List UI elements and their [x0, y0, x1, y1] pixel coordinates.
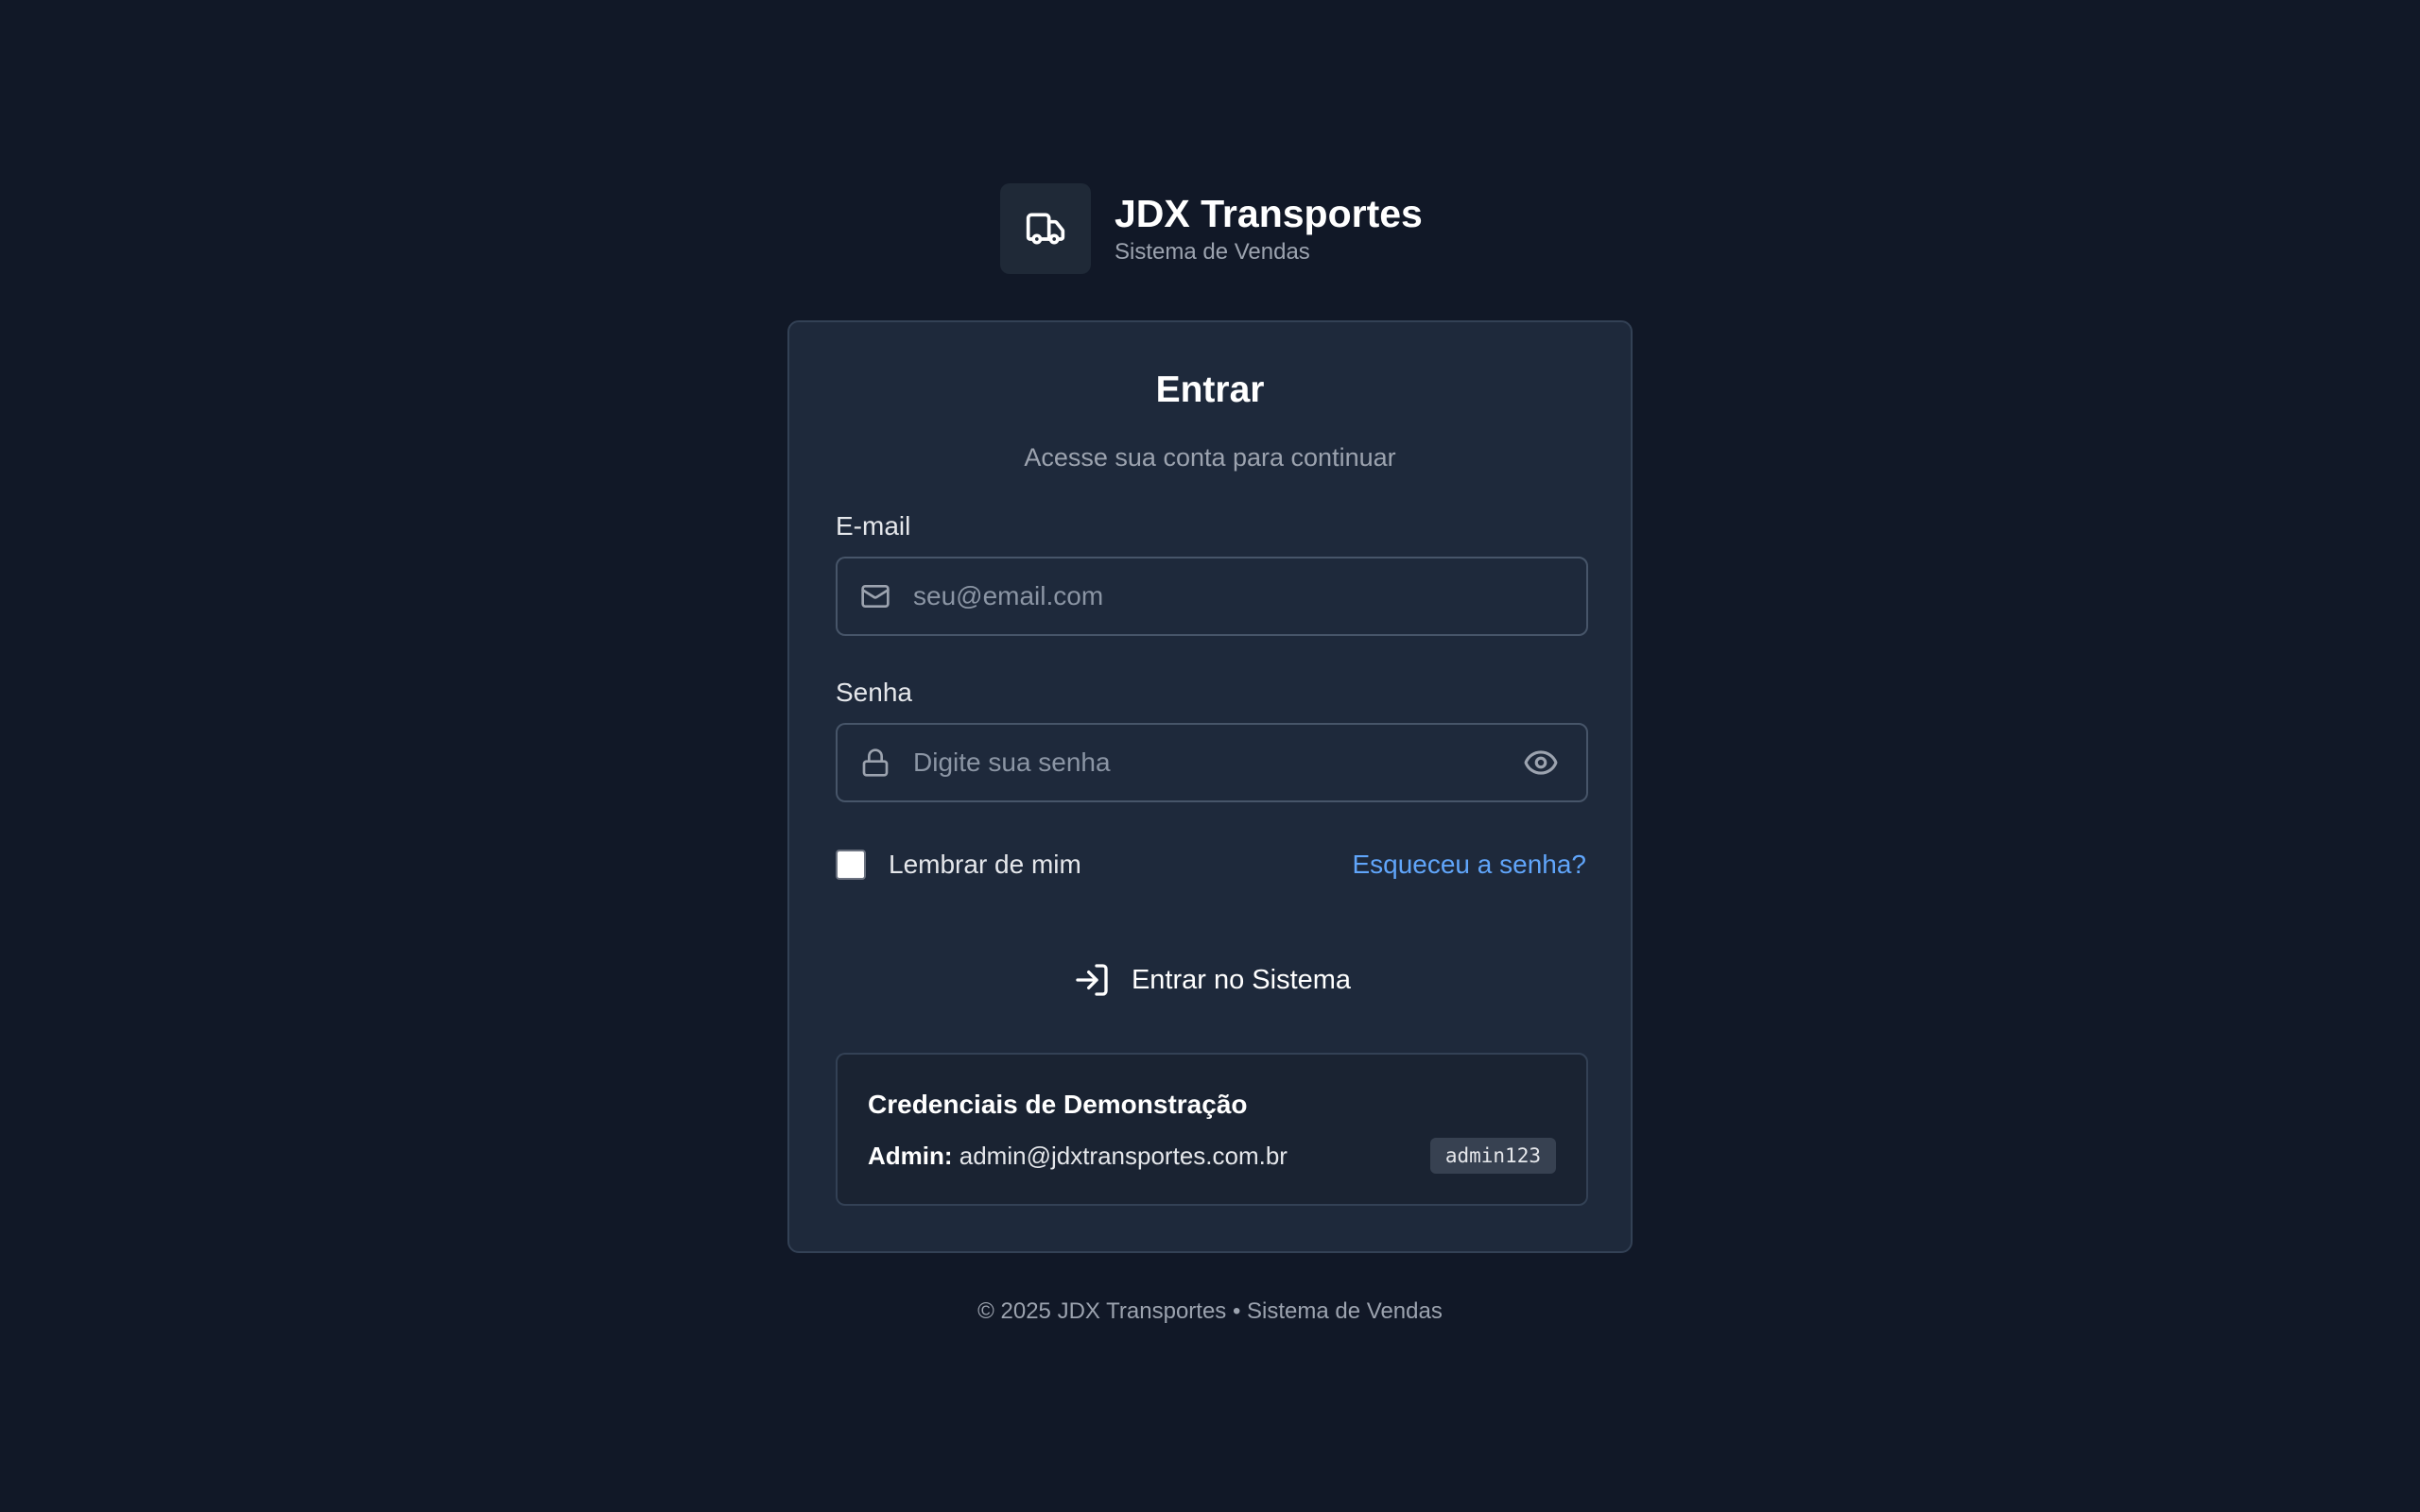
- remember-me[interactable]: Lembrar de mim: [836, 850, 1081, 880]
- truck-icon: [1026, 213, 1065, 245]
- forgot-password-link[interactable]: Esqueceu a senha?: [1352, 850, 1586, 880]
- remember-checkbox[interactable]: [836, 850, 866, 880]
- demo-credentials-box: Credenciais de Demonstração Admin: admin…: [836, 1053, 1588, 1206]
- brand-header: JDX Transportes Sistema de Vendas: [1000, 183, 1423, 274]
- login-subtitle: Acesse sua conta para continuar: [1024, 443, 1396, 472]
- login-submit-label: Entrar no Sistema: [1131, 964, 1352, 995]
- mail-icon: [859, 580, 891, 612]
- brand-subtitle: Sistema de Vendas: [1115, 239, 1310, 265]
- demo-admin-row: Admin: admin@jdxtransportes.com.br: [868, 1142, 1288, 1171]
- footer-copyright: © 2025 JDX Transportes • Sistema de Vend…: [977, 1298, 1443, 1324]
- demo-admin-email: admin@jdxtransportes.com.br: [959, 1142, 1288, 1170]
- password-label: Senha: [836, 678, 912, 707]
- brand-logo: [1000, 183, 1091, 274]
- log-in-icon: [1073, 961, 1111, 999]
- demo-admin-password: admin123: [1429, 1138, 1556, 1174]
- login-title: Entrar: [1155, 369, 1265, 410]
- demo-role-label: Admin:: [868, 1142, 959, 1170]
- lock-icon: [859, 747, 891, 779]
- email-input[interactable]: [891, 558, 1586, 634]
- password-field-wrapper: [836, 723, 1588, 802]
- eye-icon[interactable]: [1520, 742, 1562, 783]
- email-label: E-mail: [836, 511, 911, 541]
- email-field-wrapper: [836, 557, 1588, 636]
- login-card: Entrar Acesse sua conta para continuar E…: [787, 320, 1633, 1253]
- brand-title: JDX Transportes: [1115, 192, 1423, 235]
- demo-credentials-title: Credenciais de Demonstração: [868, 1090, 1248, 1119]
- password-input[interactable]: [891, 725, 1520, 800]
- login-submit-button[interactable]: Entrar no Sistema: [836, 945, 1588, 1015]
- remember-label: Lembrar de mim: [889, 850, 1081, 879]
